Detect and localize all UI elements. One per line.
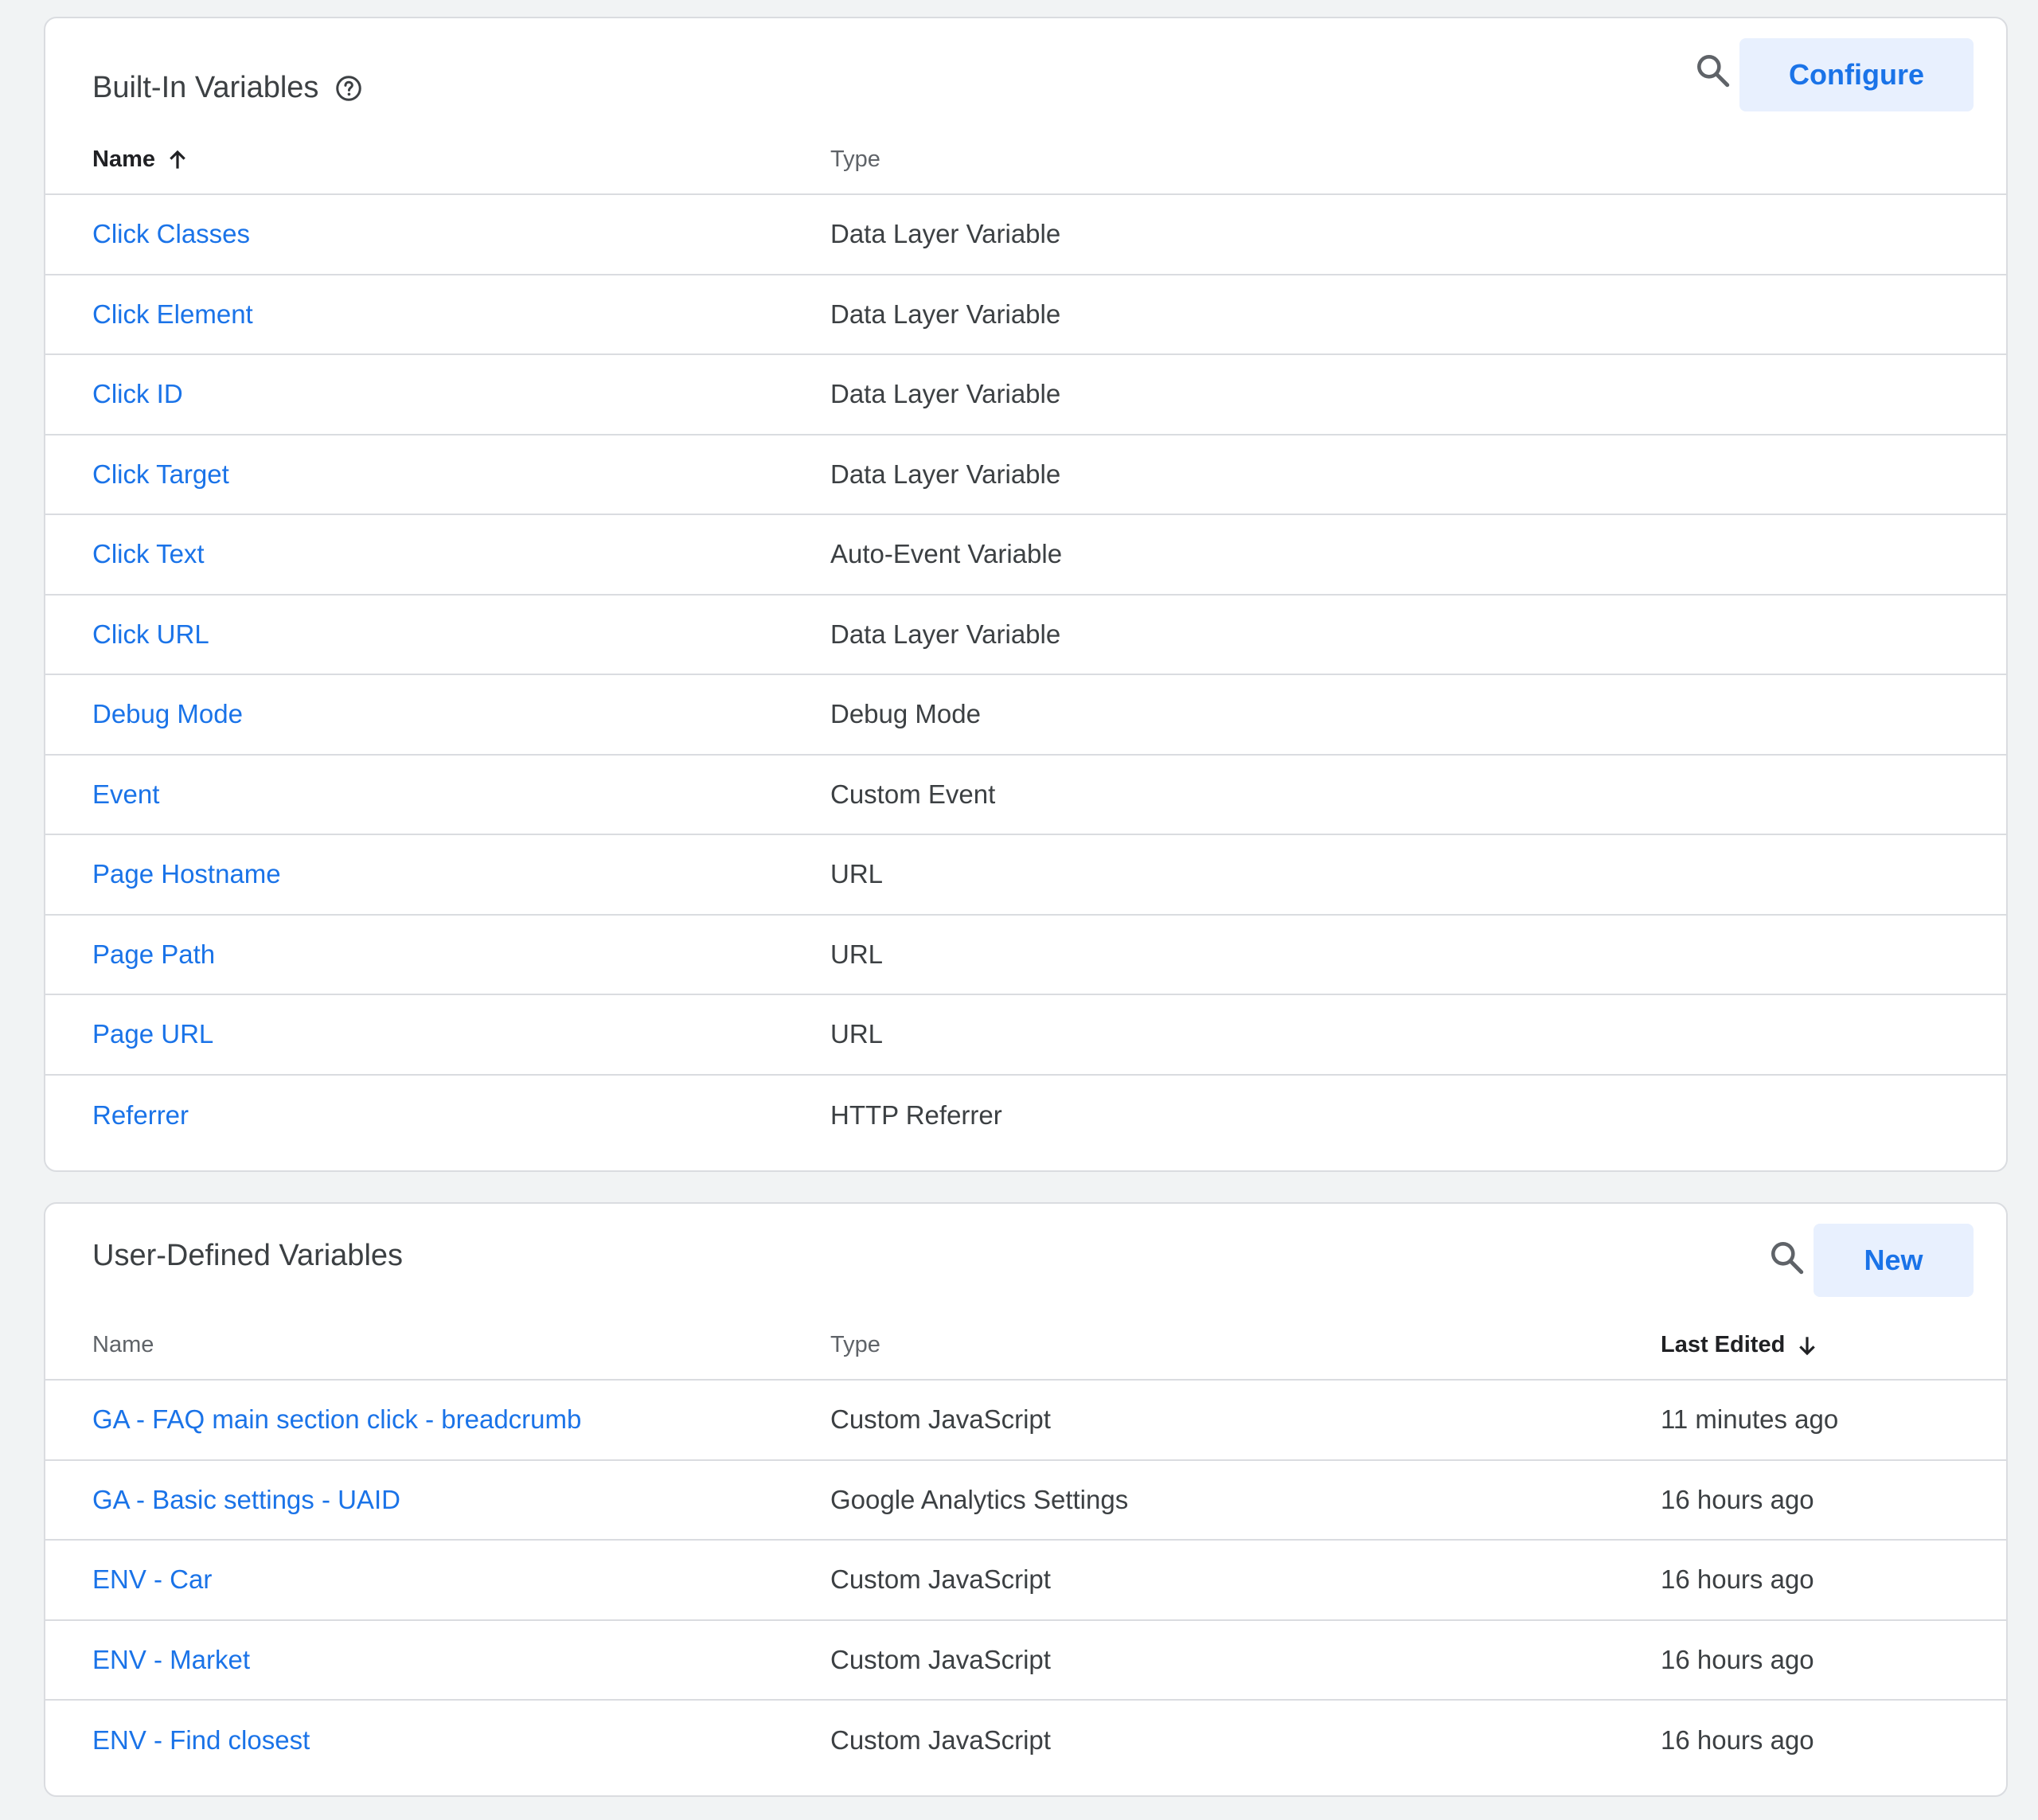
built-in-variables-title-wrap: Built-In Variables [92,71,363,105]
variable-last-edited: 16 hours ago [1661,1564,1814,1595]
variable-type: Debug Mode [830,699,981,729]
table-row[interactable]: GA - FAQ main section click - breadcrumb… [45,1381,2006,1461]
table-row[interactable]: Click Target Data Layer Variable [45,435,2006,515]
variable-type: Auto-Event Variable [830,539,1063,569]
table-row[interactable]: ENV - Market Custom JavaScript 16 hours ag… [45,1621,2006,1701]
column-header-type[interactable]: Type [830,146,880,173]
column-header-last-edited[interactable]: Last Edited [1661,1332,1820,1358]
table-row[interactable]: Click URL Data Layer Variable [45,596,2006,675]
user-defined-search-button[interactable] [1765,1237,1810,1282]
variable-name-link[interactable]: Click ID [92,379,183,409]
column-header-last-edited-label: Last Edited [1661,1332,1786,1357]
variable-last-edited: 16 hours ago [1661,1725,1814,1756]
column-header-type[interactable]: Type [830,1332,880,1358]
column-header-name[interactable]: Name [92,146,190,173]
built-in-variables-title: Built-In Variables [92,71,319,104]
variable-name-link[interactable]: ENV - Car [92,1564,212,1595]
user-defined-table-header: Name Type Last Edited [45,1292,2006,1381]
column-header-type-label: Type [830,146,880,172]
variable-name-link[interactable]: Click URL [92,619,209,650]
variable-name-link[interactable]: ENV - Market [92,1645,250,1675]
variable-name-link[interactable]: ENV - Find closest [92,1725,310,1756]
variable-type: Custom JavaScript [830,1564,1051,1595]
variable-name-link[interactable]: Click Classes [92,219,250,249]
variable-name-link[interactable]: Page Hostname [92,859,281,889]
variable-type: Data Layer Variable [830,459,1061,489]
variable-type: URL [830,859,884,889]
table-row[interactable]: ENV - Car Custom JavaScript 16 hours ago [45,1541,2006,1621]
table-row[interactable]: Page Hostname URL [45,835,2006,916]
column-header-type-label: Type [830,1332,880,1357]
table-row[interactable]: GA - Basic settings - UAID Google Analyti… [45,1461,2006,1541]
table-row[interactable]: ENV - Find closest Custom JavaScript 16 ho… [45,1701,2006,1781]
variable-name-link[interactable]: Page Path [92,939,215,970]
help-icon[interactable] [334,74,363,103]
table-row[interactable]: Event Custom Event [45,756,2006,835]
variable-type: Custom JavaScript [830,1725,1051,1756]
variable-last-edited: 11 minutes ago [1661,1404,1839,1435]
user-defined-variables-card: User-Defined Variables New Name Type Las… [44,1202,2008,1797]
variable-name-link[interactable]: GA - FAQ main section click - breadcrumb [92,1404,581,1435]
arrow-down-icon [1794,1333,1820,1358]
variable-type: Data Layer Variable [830,379,1061,409]
variable-name-link[interactable]: Page URL [92,1019,213,1049]
table-row[interactable]: Click ID Data Layer Variable [45,355,2006,435]
variable-type: Custom JavaScript [830,1644,1051,1674]
table-row[interactable]: Click Element Data Layer Variable [45,275,2006,355]
column-header-name-label: Name [92,146,155,172]
column-header-name-label: Name [92,1332,154,1357]
variable-name-link[interactable]: GA - Basic settings - UAID [92,1485,400,1515]
user-defined-variables-title-wrap: User-Defined Variables [92,1239,403,1273]
variable-type: Data Layer Variable [830,619,1061,649]
variable-type: URL [830,939,884,969]
variable-last-edited: 16 hours ago [1661,1644,1814,1674]
variable-last-edited: 16 hours ago [1661,1484,1814,1514]
variable-name-link[interactable]: Referrer [92,1100,189,1131]
variable-type: Data Layer Variable [830,299,1061,329]
variable-type: Data Layer Variable [830,219,1061,249]
arrow-up-icon [165,147,190,173]
table-row[interactable]: Click Text Auto-Event Variable [45,515,2006,596]
built-in-variables-card: Built-In Variables Configure Name Type C… [44,17,2008,1172]
variable-type: Custom Event [830,779,996,809]
variable-type: HTTP Referrer [830,1099,1002,1130]
variable-type: URL [830,1019,884,1049]
configure-button[interactable]: Configure [1739,38,1974,111]
table-row[interactable]: Page Path URL [45,916,2006,995]
table-row[interactable]: Click Classes Data Layer Variable [45,195,2006,275]
column-header-name[interactable]: Name [92,1332,154,1358]
variable-name-link[interactable]: Event [92,779,159,810]
user-defined-variables-list: GA - FAQ main section click - breadcrumb… [45,1381,2006,1781]
user-defined-variables-title: User-Defined Variables [92,1239,404,1272]
built-in-table-header: Name Type [45,107,2006,195]
variable-type: Google Analytics Settings [830,1484,1129,1514]
table-row[interactable]: Referrer HTTP Referrer [45,1076,2006,1156]
variable-name-link[interactable]: Debug Mode [92,699,243,729]
table-row[interactable]: Page URL URL [45,995,2006,1076]
built-in-variables-list: Click Classes Data Layer Variable Click El… [45,195,2006,1155]
search-icon [1693,51,1733,95]
variable-name-link[interactable]: Click Element [92,299,253,330]
table-row[interactable]: Debug Mode Debug Mode [45,675,2006,756]
built-in-search-button[interactable] [1691,50,1735,95]
variable-name-link[interactable]: Click Text [92,539,205,569]
variable-type: Custom JavaScript [830,1404,1051,1435]
search-icon [1767,1238,1807,1282]
new-variable-button[interactable]: New [1814,1224,1974,1297]
variable-name-link[interactable]: Click Target [92,459,229,490]
